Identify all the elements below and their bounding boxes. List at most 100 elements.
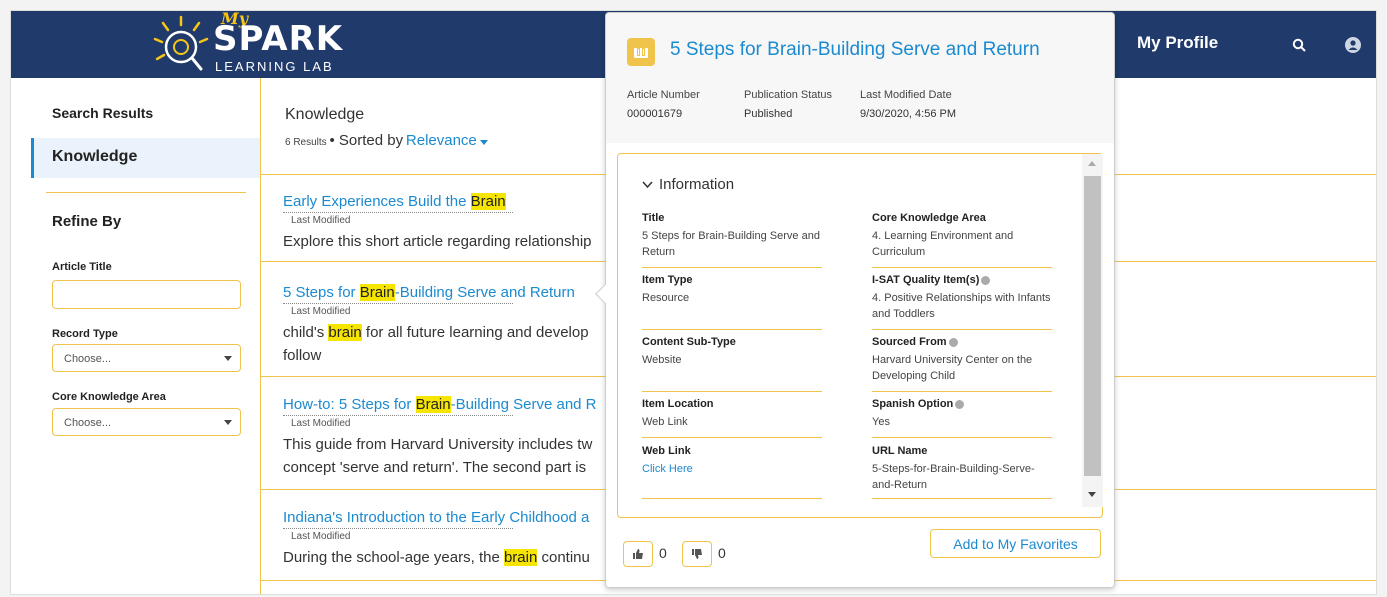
record-type-value: Choose... (64, 353, 112, 365)
result-description: child's brain for all future learning an… (283, 324, 589, 364)
last-modified-label: Last Modified (283, 212, 513, 226)
field-sourced-from-label: Sourced From (872, 336, 947, 348)
knowledge-icon (627, 38, 655, 66)
field-web-link-label: Web Link (642, 445, 691, 457)
results-count: 6 Results (285, 137, 327, 148)
publication-status-group: Publication Status Published (744, 86, 832, 124)
chevron-down-icon (642, 181, 653, 189)
results-heading: Knowledge (285, 106, 365, 123)
field-item-type: Item Type Resource (642, 274, 822, 330)
last-modified-label: Last Modified Date (860, 89, 952, 101)
field-item-type-label: Item Type (642, 274, 693, 286)
logo-spark-text: SPARK (213, 19, 344, 59)
field-item-location-value: Web Link (642, 416, 688, 428)
information-section: Information Title 5 Steps for Brain-Buil… (617, 153, 1103, 518)
divider (46, 192, 246, 193)
field-item-type-value: Resource (642, 292, 690, 304)
thumbs-down-button[interactable] (682, 541, 712, 567)
search-icon[interactable] (1287, 33, 1311, 57)
field-isat-label: I-SAT Quality Item(s) (872, 274, 980, 286)
core-area-select[interactable]: Choose... (52, 408, 241, 436)
app-frame: My SPARK LEARNING LAB My Profile Search … (10, 10, 1377, 595)
article-title-label: Article Title (52, 261, 112, 273)
logo[interactable]: My SPARK LEARNING LAB (151, 11, 361, 78)
last-modified-label: Last Modified (283, 415, 513, 429)
field-title: Title 5 Steps for Brain-Building Serve a… (642, 212, 822, 268)
scroll-up-icon[interactable] (1088, 161, 1096, 166)
field-core-area: Core Knowledge Area 4. Learning Environm… (872, 212, 1052, 268)
result-title-link[interactable]: Early Experiences Build the Brain (283, 193, 623, 210)
results-summary: 6 Results • Sorted by Relevance (285, 132, 488, 149)
last-modified-value: 9/30/2020, 4:56 PM (860, 108, 957, 120)
field-content-subtype-label: Content Sub-Type (642, 336, 736, 348)
field-core-area-value: 4. Learning Environment and Curriculum (872, 230, 1014, 258)
list-item: How-to: 5 Steps for Brain-Building Serve… (283, 396, 623, 479)
refine-by-heading: Refine By (52, 213, 122, 230)
result-description: Explore this short article regarding rel… (283, 233, 592, 250)
last-modified-label: Last Modified (283, 528, 513, 542)
downvote-count: 0 (718, 545, 726, 561)
field-isat: I-SAT Quality Item(s) 4. Positive Relati… (872, 274, 1052, 330)
last-modified-group: Last Modified Date 9/30/2020, 4:56 PM (860, 86, 956, 124)
field-spanish-value: Yes (872, 416, 890, 428)
field-title-value: 5 Steps for Brain-Building Serve and Ret… (642, 230, 820, 258)
sorted-by-label: Sorted by (338, 132, 404, 149)
logo-lab-text: LEARNING LAB (215, 59, 334, 74)
result-description: During the school-age years, the brain c… (283, 549, 590, 566)
popover-header: 5 Steps for Brain-Building Serve and Ret… (606, 13, 1114, 143)
article-number-group: Article Number 000001679 (627, 86, 700, 124)
info-scrollbar[interactable] (1082, 154, 1103, 507)
publication-status-label: Publication Status (744, 89, 833, 101)
result-title-link[interactable]: How-to: 5 Steps for Brain-Building Serve… (283, 396, 623, 413)
scrollbar-thumb[interactable] (1084, 176, 1101, 476)
field-web-link: Web Link Click Here (642, 445, 822, 499)
list-item: Early Experiences Build the Brain Last M… (283, 193, 623, 253)
field-sourced-from: Sourced From Harvard University Center o… (872, 336, 1052, 392)
record-type-select[interactable]: Choose... (52, 344, 241, 372)
article-title-link[interactable]: 5 Steps for Brain-Building Serve and Ret… (670, 39, 1040, 61)
field-spanish-label: Spanish Option (872, 398, 954, 410)
sun-brain-icon (153, 15, 209, 71)
field-content-subtype-value: Website (642, 354, 682, 366)
add-to-favorites-button[interactable]: Add to My Favorites (930, 529, 1101, 558)
search-results-heading: Search Results (52, 105, 154, 121)
article-title-input[interactable] (52, 280, 241, 309)
list-item: Indiana's Introduction to the Early Chil… (283, 509, 623, 569)
publication-status-value: Published (744, 108, 793, 120)
article-preview-popover: 5 Steps for Brain-Building Serve and Ret… (605, 12, 1115, 588)
result-title-link[interactable]: Indiana's Introduction to the Early Chil… (283, 509, 623, 526)
field-spanish-option: Spanish Option Yes (872, 398, 1052, 438)
web-link-click-here[interactable]: Click Here (642, 461, 822, 481)
chevron-down-icon (224, 356, 232, 361)
thumbs-down-icon (692, 549, 702, 559)
thumbs-up-icon (633, 549, 643, 559)
field-sourced-from-value: Harvard University Center on the Develop… (872, 354, 1033, 382)
core-area-value: Choose... (64, 417, 112, 429)
article-number-label: Article Number (627, 89, 700, 101)
record-type-label: Record Type (52, 328, 118, 340)
my-profile-link[interactable]: My Profile (1137, 33, 1218, 53)
chevron-down-icon[interactable] (479, 139, 488, 145)
upvote-count: 0 (659, 545, 667, 561)
information-heading: Information (659, 176, 735, 193)
field-url-name-label: URL Name (872, 445, 928, 457)
core-area-label: Core Knowledge Area (52, 391, 166, 403)
field-item-location: Item Location Web Link (642, 398, 822, 438)
thumbs-up-button[interactable] (623, 541, 653, 567)
field-item-location-label: Item Location (642, 398, 714, 410)
scroll-down-icon[interactable] (1088, 492, 1096, 497)
result-title-link[interactable]: 5 Steps for Brain-Building Serve and Ret… (283, 284, 623, 301)
sidebar-item-knowledge[interactable]: Knowledge (31, 138, 261, 178)
info-icon[interactable] (948, 337, 958, 347)
result-description: This guide from Harvard University inclu… (283, 436, 593, 476)
field-title-label: Title (642, 212, 665, 224)
sort-dropdown[interactable]: Relevance (406, 132, 477, 149)
field-url-name-value: 5-Steps-for-Brain-Building-Serve-and-Ret… (872, 463, 1035, 491)
chevron-down-icon (224, 420, 232, 425)
info-icon[interactable] (955, 399, 965, 409)
list-item: 5 Steps for Brain-Building Serve and Ret… (283, 284, 623, 367)
info-icon[interactable] (981, 275, 991, 285)
avatar-icon[interactable] (1341, 33, 1365, 57)
information-toggle[interactable]: Information (642, 176, 734, 193)
last-modified-label: Last Modified (283, 303, 513, 317)
